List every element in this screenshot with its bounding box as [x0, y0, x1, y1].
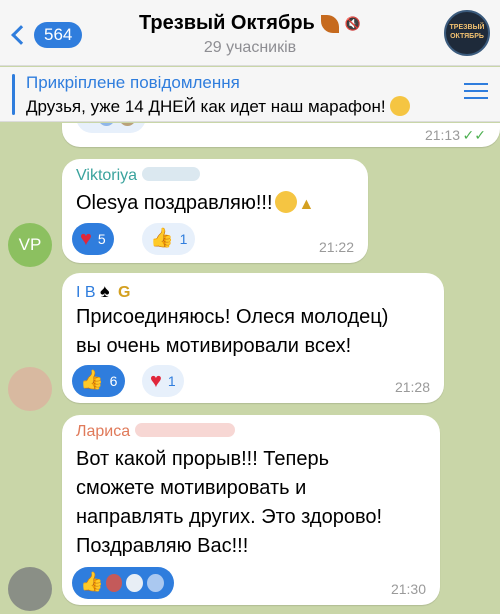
leaf-icon — [320, 14, 339, 33]
sender-name[interactable]: Viktoriya — [76, 167, 200, 185]
mute-icon: 🔇 — [344, 15, 362, 31]
reaction-heart[interactable]: ♥ 1 — [142, 365, 184, 397]
thumbs-up-icon: 👍 — [150, 228, 174, 249]
reaction-count: 5 — [97, 231, 106, 247]
redacted-name — [134, 423, 235, 437]
avatar[interactable] — [8, 567, 52, 611]
reaction-count: 1 — [179, 231, 188, 247]
reaction-heart[interactable]: ♥ — [76, 123, 146, 133]
message-time: 21:28 — [394, 379, 430, 395]
message-text: Вот какой прорыв!!! Теперь сможете мотив… — [76, 448, 383, 557]
reaction-count: 6 — [109, 373, 118, 389]
thumbs-up-icon: 👍 — [80, 572, 104, 593]
grinning-face-emoji-icon — [389, 96, 410, 116]
message-time: 21:30 — [390, 581, 426, 597]
pinned-text-row: Друзья, уже 14 ДНЕЙ как идет наш марафон… — [26, 96, 410, 117]
message-bubble[interactable]: I B ♠ G Присоединяюсь! Олеся молодец) вы… — [62, 273, 444, 403]
heart-icon: ♥ — [80, 228, 92, 250]
message-list[interactable]: ♥ 21:13 ✓✓ VP Viktoriya Olesya поздравля… — [0, 123, 500, 614]
sender-name[interactable]: I B ♠ G — [76, 281, 130, 302]
message-text: Olesya поздравляю!!! — [76, 192, 273, 214]
reaction-count: 1 — [167, 373, 176, 389]
party-face-emoji-icon — [274, 191, 297, 213]
reactor-avatar — [116, 123, 138, 128]
party-popper-emoji-icon: ▲ — [298, 196, 315, 213]
message-bubble[interactable]: ♥ 21:13 ✓✓ — [62, 123, 500, 147]
message-bubble[interactable]: Лариса Вот какой прорыв!!! Теперь сможет… — [62, 415, 440, 605]
thumbs-up-icon: 👍 — [80, 370, 104, 391]
reaction-thumbs-up[interactable]: 👍 — [72, 567, 174, 599]
chat-title-area[interactable]: Трезвый Октябрь 🔇 29 учасників — [0, 12, 500, 57]
member-count: 29 учасників — [203, 39, 297, 56]
reaction-heart[interactable]: ♥ 5 — [72, 223, 114, 255]
reactor-avatar — [95, 123, 117, 128]
pinned-list-icon[interactable] — [464, 83, 488, 105]
message-time: 21:22 — [318, 239, 354, 255]
reactor-avatar — [145, 572, 167, 594]
pinned-title: Прикріплене повідомлення — [26, 73, 240, 92]
reaction-thumbs-up[interactable]: 👍 1 — [142, 223, 196, 255]
read-check-icon: ✓✓ — [462, 127, 486, 143]
reactor-avatar — [103, 572, 125, 594]
reactor-avatar — [124, 572, 146, 594]
message-text-row: Olesya поздравляю!!! ▲ — [76, 189, 314, 219]
chat-title: Трезвый Октябрь — [138, 12, 315, 34]
avatar[interactable]: VP — [8, 223, 52, 267]
group-avatar-text: ТРЕЗВЫЙ ОКТЯБРЬ — [449, 24, 485, 40]
group-avatar[interactable]: ТРЕЗВЫЙ ОКТЯБРЬ — [444, 10, 490, 56]
message-time: 21:13 — [424, 127, 460, 143]
message-text: Присоединяюсь! Олеся молодец) вы очень м… — [76, 306, 389, 357]
pinned-message-bar[interactable]: Прикріплене повідомлення Друзья, уже 14 … — [0, 67, 500, 122]
pinned-text: Друзья, уже 14 ДНЕЙ как идет наш марафон… — [26, 97, 386, 116]
redacted-name — [141, 167, 200, 181]
heart-icon: ♥ — [150, 370, 162, 392]
chat-header: 564 Трезвый Октябрь 🔇 29 учасників ТРЕЗВ… — [0, 0, 500, 66]
avatar-initials: VP — [18, 235, 42, 254]
message-bubble[interactable]: Viktoriya Olesya поздравляю!!! ▲ ♥ 5 👍 1 … — [62, 159, 368, 263]
pinned-indicator — [12, 74, 15, 115]
chat-title-row: Трезвый Октябрь 🔇 — [139, 12, 361, 35]
avatar[interactable] — [8, 367, 52, 411]
sender-name[interactable]: Лариса — [76, 423, 235, 441]
reaction-thumbs-up[interactable]: 👍 6 — [72, 365, 126, 397]
spade-icon: ♠ — [100, 281, 110, 301]
heart-icon: ♥ — [84, 123, 96, 127]
